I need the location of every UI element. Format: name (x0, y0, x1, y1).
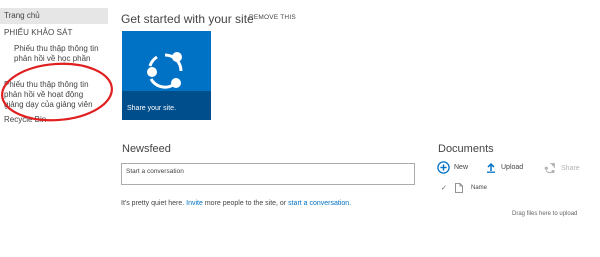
share-label: Share (561, 164, 580, 172)
new-label: New (454, 164, 469, 171)
nav-item-course-feedback[interactable]: Phiếu thu thập thông tin phản hồi về học… (14, 44, 110, 64)
share-disabled-icon (544, 162, 556, 174)
name-column-header[interactable]: Name (471, 185, 487, 191)
share-document-button[interactable]: Share (544, 162, 580, 174)
get-started-title: Get started with your site (121, 12, 254, 26)
new-document-button[interactable]: New (437, 161, 468, 174)
upload-label: Upload (501, 164, 524, 171)
red-annotation-ellipse (0, 62, 114, 122)
conversation-input[interactable]: Start a conversation (121, 163, 415, 185)
share-site-tile[interactable]: Share your site. (122, 31, 211, 120)
drag-upload-hint: Drag files here to upload (512, 211, 578, 217)
quiet-suffix: . (349, 200, 352, 207)
documents-title: Documents (438, 143, 494, 155)
conversation-placeholder: Start a conversation (126, 168, 184, 175)
nav-item-home[interactable]: Trang chủ (4, 11, 40, 21)
quiet-prefix: It's pretty quiet here. (121, 200, 187, 207)
share-tile-label: Share your site. (127, 105, 177, 112)
select-all-checkmark-icon[interactable]: ✓ (441, 184, 447, 192)
nav-item-recycle-bin[interactable]: Recycle Bin (4, 115, 46, 125)
remove-this-link[interactable]: REMOVE THIS (249, 14, 296, 21)
start-conversation-link[interactable]: start a conversation (288, 200, 349, 207)
nav-item-survey[interactable]: PHIẾU KHẢO SÁT (4, 28, 73, 38)
newsfeed-empty-message: It's pretty quiet here. Invite more peop… (121, 200, 351, 207)
upload-button[interactable]: Upload (486, 162, 523, 173)
file-icon (455, 183, 463, 193)
plus-circle-icon (437, 161, 450, 174)
share-icon (147, 52, 183, 89)
quiet-middle: more people to the site, or (202, 200, 289, 207)
newsfeed-title: Newsfeed (122, 143, 171, 155)
nav-item-teaching-feedback[interactable]: Phiếu thu thập thông tin phản hồi về hoạ… (4, 80, 104, 110)
invite-link[interactable]: Invite (186, 200, 203, 207)
upload-icon (487, 162, 495, 173)
